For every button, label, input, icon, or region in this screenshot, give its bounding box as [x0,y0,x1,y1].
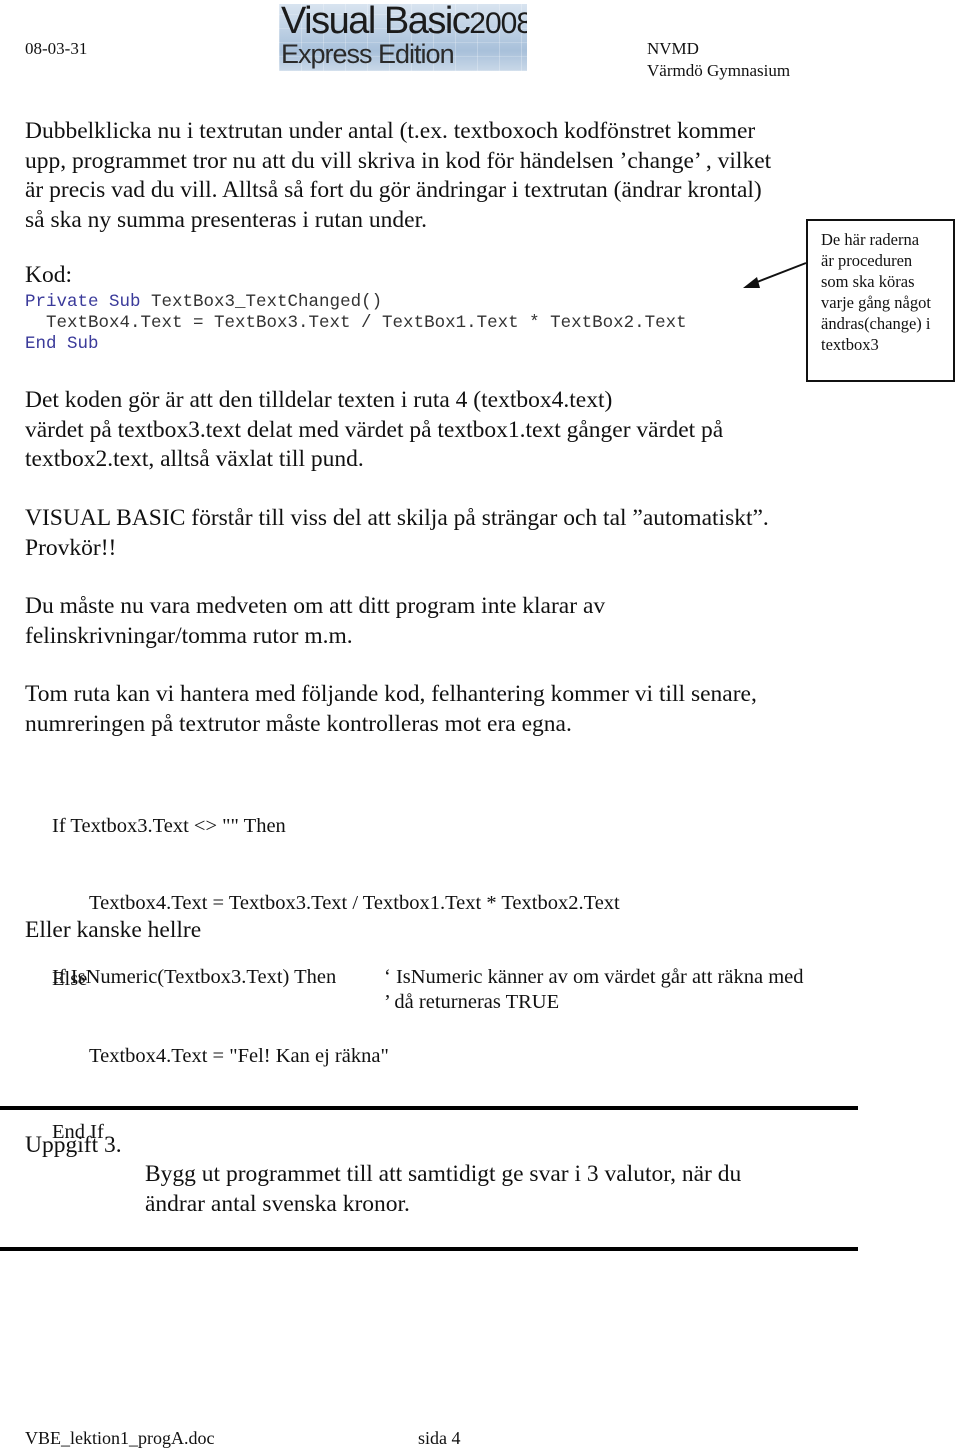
callout-line: ändras(change) i [821,314,931,333]
task-top-rule [0,1106,858,1110]
alternative-label: Eller kanske hellre [25,917,202,943]
callout-line: textbox3 [821,335,879,354]
explanation-line: Det koden gör är att den tilldelar texte… [25,387,613,413]
task-description: Bygg ut programmet till att samtidigt ge… [145,1160,741,1219]
logo-year: 2008 [469,7,527,40]
callout-arrow-line [751,262,807,285]
code-line-assignment: TextBox4.Text = TextBox3.Text / TextBox1… [25,313,687,333]
isnumeric-code: If IsNumeric(Textbox3.Text) Then [52,966,337,988]
logo-title: Visual Basic2008 [281,4,527,43]
intro-line: upp, programmet tror nu att du vill skri… [25,147,772,174]
intro-paragraph: Dubbelklicka nu i textrutan under antal … [25,117,771,235]
warning-line: felinskrivningar/tomma rutor m.m. [25,622,353,649]
callout-line: är proceduren [821,251,913,270]
visual-basic-logo: Visual Basic2008 Express Edition [279,4,527,71]
isnumeric-comment: ’ då returneras TRUE [384,991,560,1013]
vb-paragraph: VISUAL BASIC förstår till viss del att s… [25,504,769,563]
code-label: Kod: [25,262,72,288]
logo-subtitle: Express Edition [281,39,455,69]
vb-line: Provkör!! [25,534,117,561]
code-text: TextBox3_TextChanged() [140,292,383,312]
header-school: Värmdö Gymnasium [647,61,791,80]
vb-line: VISUAL BASIC förstår till viss del att s… [25,505,769,531]
footer-filename: VBE_lektion1_progA.doc [25,1428,215,1448]
empty-field-line: numreringen på textrutor måste kontrolle… [25,710,572,737]
if-code-line: Textbox4.Text = "Fel! Kan ej räkna" [74,1044,389,1067]
footer-page-number: sida 4 [418,1428,461,1448]
task-line: ändrar antal svenska kronor. [145,1190,410,1217]
header-date: 08-03-31 [25,39,88,58]
callout-arrow-head [743,277,760,288]
task-line: Bygg ut programmet till att samtidigt ge… [145,1161,742,1187]
explanation-line: textbox2.text, alltså växlat till pund. [25,446,364,472]
callout-line: som ska köras [821,272,915,291]
logo-title-text: Visual Basic [281,4,471,42]
empty-field-paragraph: Tom ruta kan vi hantera med följande kod… [25,680,757,739]
code-line-sub-declaration: Private Sub TextBox3_TextChanged() [25,292,687,313]
if-code-line: Textbox4.Text = Textbox3.Text / Textbox1… [74,891,620,914]
code-block: Private Sub TextBox3_TextChanged() TextB… [25,292,687,355]
explanation-paragraph: Det koden gör är att den tilldelar texte… [25,386,723,475]
warning-paragraph: Du måste nu vara medveten om att ditt pr… [25,592,605,651]
warning-line: Du måste nu vara medveten om att ditt pr… [25,593,606,619]
task-bottom-rule [0,1247,858,1251]
callout-line: varje gång något [821,293,931,312]
code-keyword: Private Sub [25,292,141,312]
callout-line: De här raderna [821,230,920,249]
header-org-code: NVMD [647,39,699,58]
intro-line: så ska ny summa presenteras i rutan unde… [25,206,428,233]
intro-line: är precis vad du vill. Alltså så fort du… [25,177,762,203]
if-code-line: End If [52,1121,104,1143]
callout-box: De här raderna är proceduren som ska kör… [806,219,955,382]
empty-field-line: Tom ruta kan vi hantera med följande kod… [25,681,757,707]
task-title: Uppgift 3. [25,1132,122,1158]
intro-line: Dubbelklicka nu i textrutan under antal … [25,118,756,144]
isnumeric-comment: ‘ IsNumeric känner av om värdet går att … [384,966,804,988]
if-code-line: If Textbox3.Text <> "" Then [52,815,286,837]
code-line-end-sub: End Sub [25,334,99,354]
explanation-line: värdet på textbox3.text delat med värdet… [25,416,724,443]
